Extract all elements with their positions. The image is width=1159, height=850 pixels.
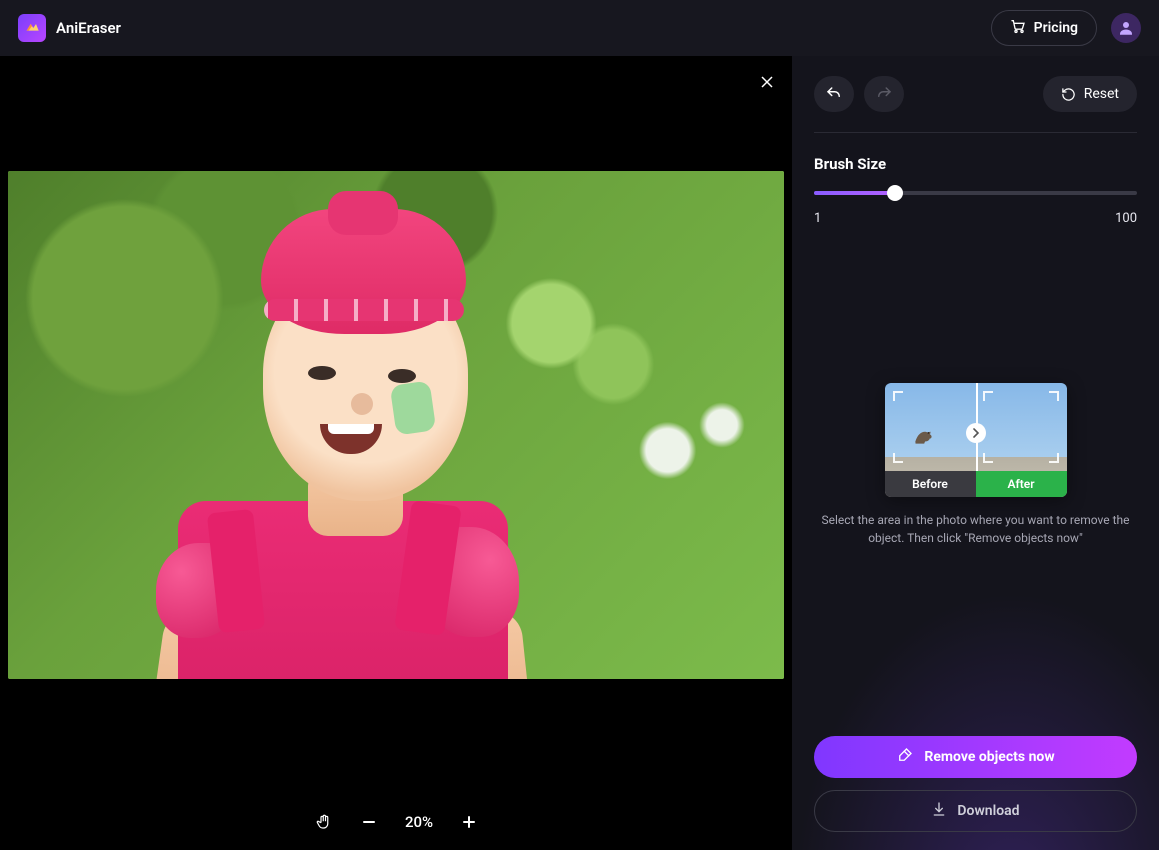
brush-mark bbox=[390, 380, 437, 435]
close-icon[interactable] bbox=[760, 74, 774, 93]
brush-size-slider[interactable] bbox=[814, 191, 1137, 195]
editing-image[interactable] bbox=[8, 171, 784, 679]
undo-icon bbox=[825, 85, 843, 103]
app-logo-icon bbox=[18, 14, 46, 42]
brush-icon bbox=[896, 746, 914, 768]
demo-section: Before After Select the area in the phot… bbox=[814, 383, 1137, 547]
download-label: Download bbox=[957, 803, 1019, 819]
canvas-viewport[interactable] bbox=[0, 56, 792, 794]
pricing-label: Pricing bbox=[1034, 20, 1078, 36]
redo-button[interactable] bbox=[864, 76, 904, 112]
reset-button[interactable]: Reset bbox=[1043, 76, 1137, 112]
brush-size-label: Brush Size bbox=[814, 155, 1137, 173]
brush-size-slider-thumb[interactable] bbox=[887, 185, 903, 201]
plus-icon bbox=[461, 814, 477, 830]
cart-icon bbox=[1010, 18, 1026, 38]
demo-before-label: Before bbox=[885, 471, 976, 497]
undo-button[interactable] bbox=[814, 76, 854, 112]
redo-icon bbox=[875, 85, 893, 103]
zoom-out-button[interactable] bbox=[361, 814, 377, 830]
minus-icon bbox=[361, 814, 377, 830]
zoom-in-button[interactable] bbox=[461, 814, 477, 830]
history-controls bbox=[814, 76, 904, 112]
action-buttons: Remove objects now Download bbox=[814, 736, 1137, 832]
hand-icon bbox=[315, 813, 333, 831]
chevron-right-icon bbox=[966, 423, 986, 443]
panel-top: Reset bbox=[814, 76, 1137, 133]
download-icon bbox=[931, 801, 947, 821]
help-text: Select the area in the photo where you w… bbox=[816, 511, 1136, 547]
pricing-button[interactable]: Pricing bbox=[991, 10, 1097, 46]
brush-size-section: Brush Size 1 100 bbox=[814, 133, 1137, 226]
zoom-level: 20% bbox=[405, 813, 433, 831]
main: 20% Reset Brush Size bbox=[0, 56, 1159, 850]
user-avatar[interactable] bbox=[1111, 13, 1141, 43]
canvas-toolbar: 20% bbox=[0, 794, 792, 850]
brush-size-max: 100 bbox=[1115, 211, 1137, 226]
remove-objects-label: Remove objects now bbox=[924, 749, 1054, 765]
header-right: Pricing bbox=[991, 10, 1141, 46]
demo-after-label: After bbox=[976, 471, 1067, 497]
brush-size-range: 1 100 bbox=[814, 211, 1137, 226]
pan-tool-button[interactable] bbox=[315, 813, 333, 831]
brush-size-min: 1 bbox=[814, 211, 821, 226]
reset-icon bbox=[1061, 87, 1076, 102]
reset-label: Reset bbox=[1084, 86, 1119, 102]
download-button[interactable]: Download bbox=[814, 790, 1137, 832]
brush-size-slider-fill bbox=[814, 191, 895, 195]
app-header: AniEraser Pricing bbox=[0, 0, 1159, 56]
side-panel: Reset Brush Size 1 100 bbox=[792, 56, 1159, 850]
remove-objects-button[interactable]: Remove objects now bbox=[814, 736, 1137, 778]
brand: AniEraser bbox=[18, 14, 121, 42]
app-name: AniEraser bbox=[56, 19, 121, 37]
bird-icon bbox=[911, 421, 937, 449]
before-after-demo: Before After bbox=[885, 383, 1067, 497]
canvas-area: 20% bbox=[0, 56, 792, 850]
